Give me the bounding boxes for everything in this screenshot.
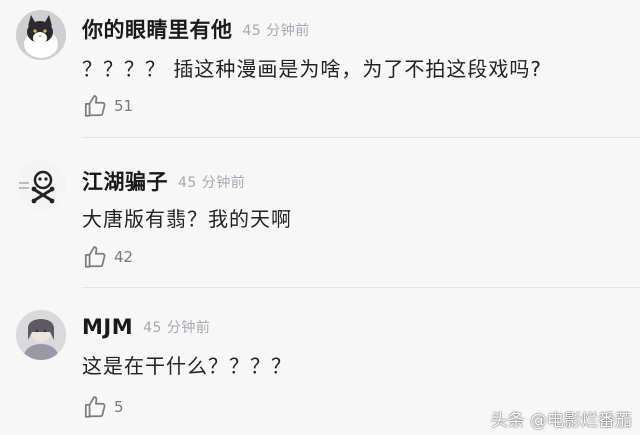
timestamp: 45 分钟前 [178,175,246,191]
username[interactable]: MJM 45 分钟前 [82,315,210,339]
like-button[interactable]: 51 [82,93,133,119]
thumbs-up-icon [84,95,106,117]
like-count: 42 [114,248,134,266]
thumbs-up-icon [84,396,106,418]
like-button[interactable]: 5 [82,394,124,420]
avatar[interactable] [16,160,66,210]
watermark: 头条 @电影烂番茄 [490,411,632,431]
like-count: 51 [114,97,134,115]
comment-text: 大唐版有翡？我的天啊 [82,207,292,231]
comment-item: 你的眼睛里有他 45 分钟前 ？？？？ 插这种漫画是为啥，为了不拍这段戏吗? 51 [0,0,640,138]
comment-text: 这是在干什么？？？？ [82,354,292,378]
skull-bone-avatar-icon [16,160,66,210]
thumbs-up-icon [84,246,106,268]
avatar[interactable] [16,310,66,360]
username[interactable]: 你的眼睛里有他 45 分钟前 [82,14,310,44]
username[interactable]: 江湖骗子 45 分钟前 [82,166,245,196]
like-count: 5 [114,398,124,416]
cat-avatar-icon [16,10,66,60]
avatar[interactable] [16,10,66,60]
comment-text: ？？？？ 插这种漫画是为啥，为了不拍这段戏吗? [82,57,542,81]
timestamp: 45 分钟前 [242,23,310,39]
portrait-avatar-icon [16,310,66,360]
comment-item: 江湖骗子 45 分钟前 大唐版有翡？我的天啊 42 [0,138,640,288]
timestamp: 45 分钟前 [143,320,211,336]
like-button[interactable]: 42 [82,244,133,270]
